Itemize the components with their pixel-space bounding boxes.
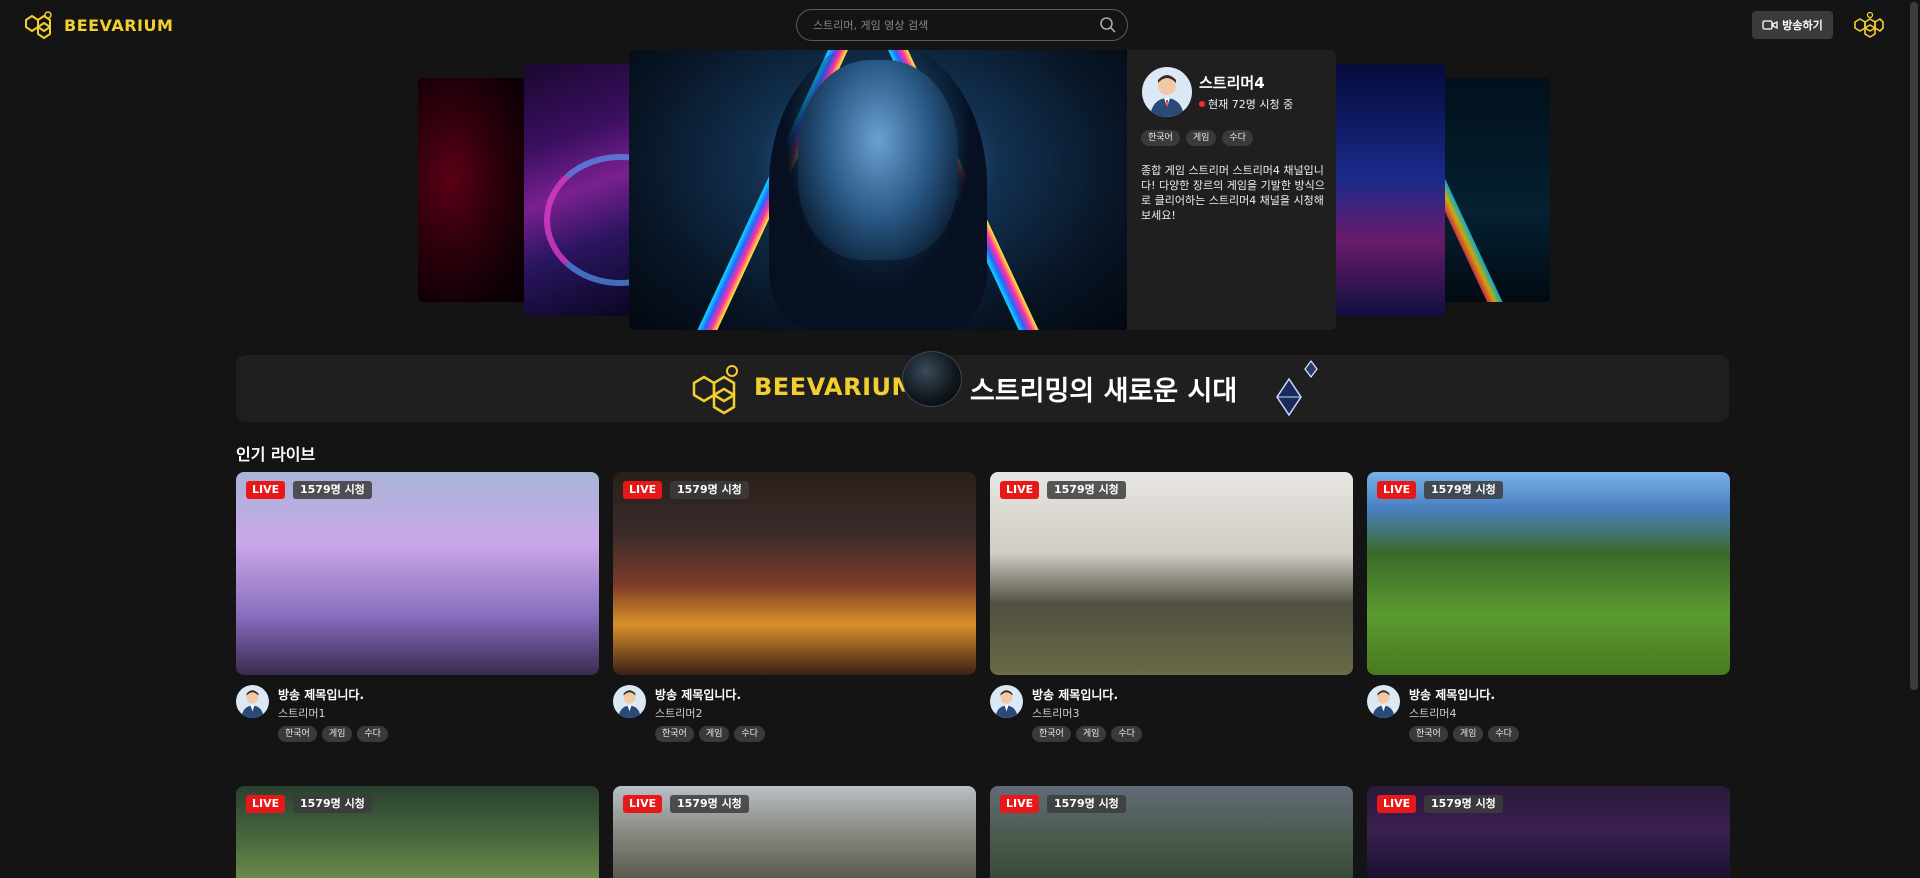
viewer-badge: 1579명 시청: [1047, 481, 1126, 499]
viewer-badge: 1579명 시청: [670, 795, 749, 813]
featured-stream-preview[interactable]: [629, 50, 1127, 330]
tag[interactable]: 수다: [1222, 130, 1253, 146]
tag[interactable]: 게임: [1452, 726, 1484, 742]
logo-text: BEEVARIUM: [64, 15, 174, 35]
promo-banner[interactable]: BEEVARIUM 스트리밍의 새로운 시대: [236, 351, 1729, 422]
featured-tags: 한국어 게임 수다: [1141, 130, 1253, 146]
search-input[interactable]: [813, 17, 1083, 33]
broadcast-label: 방송하기: [1782, 19, 1823, 32]
stream-title[interactable]: 방송 제목입니다.: [278, 686, 364, 703]
live-badge: LIVE: [623, 795, 663, 813]
profile-menu[interactable]: [1851, 10, 1885, 44]
search-bar[interactable]: [796, 9, 1128, 41]
stream-tags: 한국어 게임 수다: [655, 726, 765, 742]
viewer-badge: 1579명 시청: [293, 481, 372, 499]
tag[interactable]: 수다: [734, 726, 765, 742]
tag[interactable]: 한국어: [1032, 726, 1071, 742]
streamer-name[interactable]: 스트리머3: [1032, 705, 1079, 721]
tag[interactable]: 게임: [1075, 726, 1107, 742]
tag[interactable]: 게임: [1185, 130, 1217, 146]
stream-thumbnail[interactable]: LIVE 1579명 시청: [990, 786, 1353, 878]
tag[interactable]: 수다: [1111, 726, 1142, 742]
avatar[interactable]: [613, 685, 646, 718]
avatar: [1142, 67, 1192, 117]
viewer-badge: 1579명 시청: [1424, 795, 1503, 813]
live-badge: LIVE: [246, 795, 286, 813]
video-camera-icon: [1762, 20, 1778, 30]
featured-description: 종합 게임 스트리머 스트리머4 채널입니다! 다양한 장르의 게임을 기발한 …: [1141, 164, 1325, 222]
carousel-slide[interactable]: [1434, 78, 1550, 302]
live-badge: LIVE: [1000, 795, 1040, 813]
featured-info-panel[interactable]: 스트리머4 현재 72명 시청 중 한국어 게임 수다 종합 게임 스트리머 스…: [1127, 50, 1336, 330]
featured-streamer-name[interactable]: 스트리머4: [1199, 72, 1265, 93]
live-badge: LIVE: [246, 481, 286, 499]
smiley-ball-icon: [902, 351, 962, 407]
viewer-badge: 1579명 시청: [1424, 481, 1503, 499]
live-badge: LIVE: [1000, 481, 1040, 499]
live-badge: LIVE: [1377, 795, 1417, 813]
viewer-badge: 1579명 시청: [1047, 795, 1126, 813]
stream-thumbnail[interactable]: LIVE 1579명 시청: [990, 472, 1353, 675]
crystal-icon: [1276, 360, 1318, 417]
search-icon[interactable]: [1099, 16, 1117, 34]
stream-thumbnail[interactable]: LIVE 1579명 시청: [1367, 786, 1730, 878]
tag[interactable]: 수다: [357, 726, 388, 742]
bee-logo-icon: [25, 11, 52, 40]
carousel-slide[interactable]: [418, 78, 528, 302]
stream-thumbnail[interactable]: LIVE 1579명 시청: [236, 472, 599, 675]
stream-tags: 한국어 게임 수다: [278, 726, 388, 742]
avatar[interactable]: [990, 685, 1023, 718]
stream-thumbnail[interactable]: LIVE 1579명 시청: [236, 786, 599, 878]
section-title: 인기 라이브: [236, 445, 316, 464]
tag[interactable]: 한국어: [278, 726, 317, 742]
viewer-badge: 1579명 시청: [293, 795, 372, 813]
streamer-name[interactable]: 스트리머2: [655, 705, 702, 721]
streamer-name[interactable]: 스트리머4: [1409, 705, 1456, 721]
carousel-slide[interactable]: [524, 64, 634, 316]
banner-tagline: 스트리밍의 새로운 시대: [970, 376, 1238, 407]
stream-tags: 한국어 게임 수다: [1032, 726, 1142, 742]
live-badge: LIVE: [623, 481, 663, 499]
streamer-name[interactable]: 스트리머1: [278, 705, 325, 721]
live-dot-icon: [1199, 101, 1205, 107]
site-logo[interactable]: BEEVARIUM: [20, 10, 173, 40]
stream-tags: 한국어 게임 수다: [1409, 726, 1519, 742]
avatar[interactable]: [236, 685, 269, 718]
scrollbar-thumb[interactable]: [1910, 2, 1918, 690]
tag[interactable]: 게임: [698, 726, 730, 742]
stream-title[interactable]: 방송 제목입니다.: [655, 686, 741, 703]
tag[interactable]: 한국어: [1141, 130, 1180, 146]
live-badge: LIVE: [1377, 481, 1417, 499]
tag[interactable]: 한국어: [1409, 726, 1448, 742]
stream-title[interactable]: 방송 제목입니다.: [1032, 686, 1118, 703]
viewer-badge: 1579명 시청: [670, 481, 749, 499]
page-scrollbar[interactable]: [1907, 0, 1920, 878]
bee-logo-icon: [692, 365, 738, 415]
featured-viewer-count: 현재 72명 시청 중: [1199, 96, 1293, 112]
tag[interactable]: 한국어: [655, 726, 694, 742]
stream-thumbnail[interactable]: LIVE 1579명 시청: [613, 786, 976, 878]
banner-logo-text: BEEVARIUM: [754, 373, 916, 401]
stream-thumbnail[interactable]: LIVE 1579명 시청: [613, 472, 976, 675]
broadcast-button[interactable]: 방송하기: [1752, 11, 1833, 39]
tag[interactable]: 수다: [1488, 726, 1519, 742]
viewer-count-text: 현재 72명 시청 중: [1208, 98, 1294, 111]
stream-thumbnail[interactable]: LIVE 1579명 시청: [1367, 472, 1730, 675]
tag[interactable]: 게임: [321, 726, 353, 742]
avatar[interactable]: [1367, 685, 1400, 718]
bee-profile-icon: [1854, 11, 1884, 38]
stream-title[interactable]: 방송 제목입니다.: [1409, 686, 1495, 703]
